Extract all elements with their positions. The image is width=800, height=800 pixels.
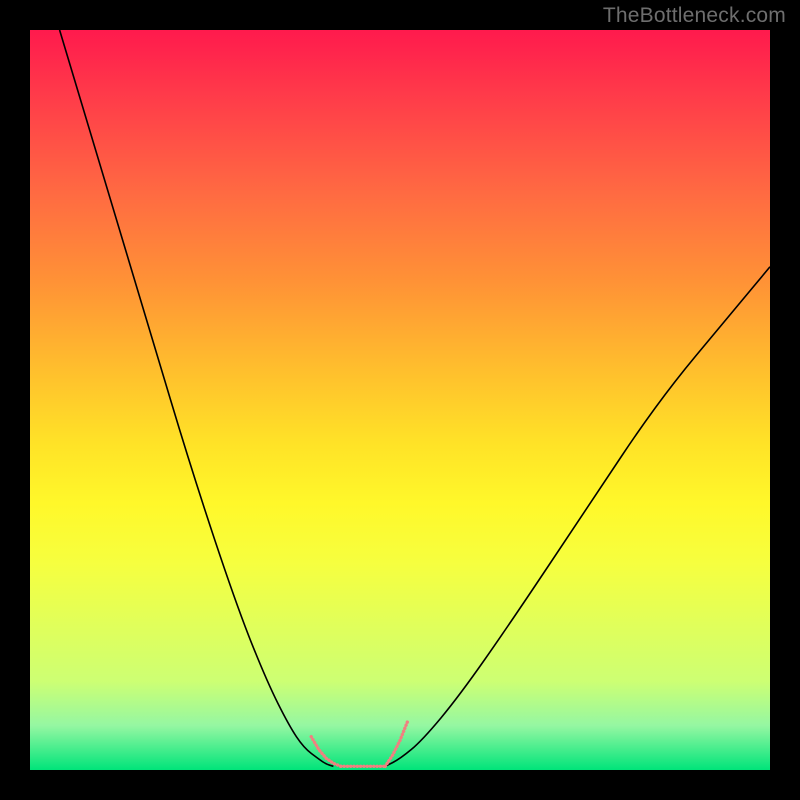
plot-area xyxy=(30,30,770,770)
curve-left-curve xyxy=(60,30,334,766)
marker-bottom-marker-left xyxy=(311,737,341,767)
chart-frame: TheBottleneck.com xyxy=(0,0,800,800)
series-group xyxy=(60,30,770,766)
watermark-text: TheBottleneck.com xyxy=(603,4,786,28)
curves-svg xyxy=(30,30,770,770)
curve-right-curve xyxy=(385,267,770,767)
